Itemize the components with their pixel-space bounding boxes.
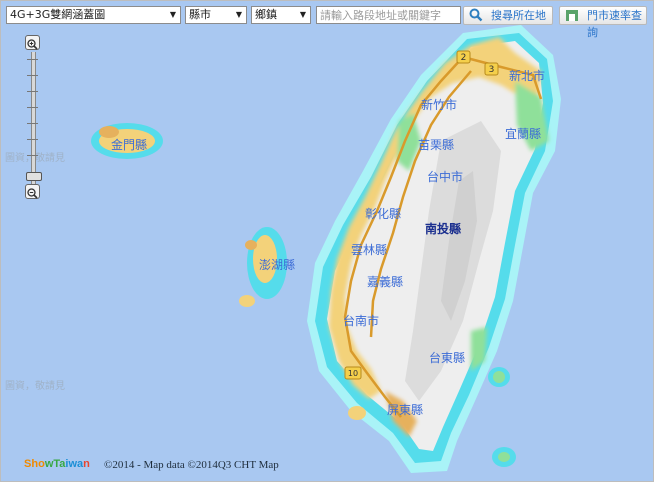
- label-chiayi: 嘉義縣: [367, 274, 403, 289]
- zoom-out-button[interactable]: [25, 184, 40, 199]
- zoom-tick: [27, 155, 38, 156]
- label-kinmen: 金門縣: [111, 137, 147, 152]
- store-icon: [565, 8, 579, 27]
- township-select-value: 鄉鎮: [255, 8, 277, 21]
- county-select-value: 縣市: [189, 8, 211, 21]
- label-hsinchu: 新竹市: [421, 97, 457, 112]
- route-shield-10: 10: [344, 366, 362, 380]
- label-taitung: 台東縣: [429, 350, 465, 365]
- store-speed-button[interactable]: 門市速率查詢: [559, 6, 647, 39]
- zoom-in-button[interactable]: [25, 35, 40, 50]
- county-select[interactable]: 縣市 ▼: [185, 6, 247, 24]
- coverage-map[interactable]: 2 3 10 新北市 新竹市 宜蘭縣 金門縣 苗栗縣 台中市 彰化縣 南投縣 雲…: [1, 1, 653, 481]
- zoom-tick: [27, 139, 38, 140]
- zoom-in-icon: [27, 39, 38, 50]
- zoom-tick: [27, 107, 38, 108]
- map-widget: 2 3 10 新北市 新竹市 宜蘭縣 金門縣 苗栗縣 台中市 彰化縣 南投縣 雲…: [0, 0, 654, 482]
- address-search-input[interactable]: [316, 6, 461, 24]
- svg-text:2: 2: [461, 53, 467, 63]
- zoom-tick: [27, 75, 38, 76]
- label-pingtung: 屏東縣: [387, 403, 423, 417]
- label-miaoli: 苗栗縣: [418, 138, 454, 152]
- label-new-taipei: 新北市: [509, 68, 545, 83]
- zoom-tick: [27, 59, 38, 60]
- layer-select[interactable]: 4G+3G雙網涵蓋圖 ▼: [6, 6, 181, 24]
- route-shield-2: 2: [456, 50, 471, 64]
- search-icon: [469, 8, 483, 27]
- label-nantou: 南投縣: [425, 221, 461, 236]
- showtaiwan-logo[interactable]: ShowTaiwan: [24, 458, 90, 470]
- map-credit: ©2014 - Map data ©2014Q3 CHT Map: [104, 459, 279, 471]
- zoom-slider-thumb[interactable]: [26, 172, 42, 181]
- zoom-tick: [27, 123, 38, 124]
- locate-button-label: 搜尋所在地: [491, 9, 546, 22]
- dropdown-arrow-icon: ▼: [299, 10, 306, 19]
- township-select[interactable]: 鄉鎮 ▼: [251, 6, 311, 24]
- layer-select-value: 4G+3G雙網涵蓋圖: [10, 8, 106, 21]
- zoom-tick: [27, 91, 38, 92]
- zoom-out-icon: [27, 188, 38, 199]
- zoom-slider-track[interactable]: [31, 52, 36, 184]
- svg-text:10: 10: [348, 369, 358, 378]
- map-toolbar: 4G+3G雙網涵蓋圖 ▼ 縣市 ▼ 鄉鎮 ▼ 搜尋所在地: [1, 1, 653, 39]
- store-speed-button-label: 門市速率查詢: [587, 9, 642, 39]
- label-penghu: 澎湖縣: [259, 257, 295, 272]
- dropdown-arrow-icon: ▼: [169, 10, 176, 19]
- route-shield-3: 3: [484, 62, 499, 76]
- ghost-notice: 圖資，敬請見: [5, 381, 65, 392]
- label-tainan: 台南市: [343, 313, 379, 328]
- label-changhua: 彰化縣: [365, 206, 401, 221]
- label-yunlin: 雲林縣: [351, 243, 387, 257]
- svg-text:3: 3: [489, 65, 495, 75]
- dropdown-arrow-icon: ▼: [235, 10, 242, 19]
- label-taichung: 台中市: [427, 169, 463, 184]
- zoom-control: [25, 35, 43, 201]
- logo-text: ShowTaiwan: [24, 458, 90, 470]
- locate-button[interactable]: 搜尋所在地: [463, 6, 553, 25]
- label-yilan: 宜蘭縣: [505, 126, 541, 141]
